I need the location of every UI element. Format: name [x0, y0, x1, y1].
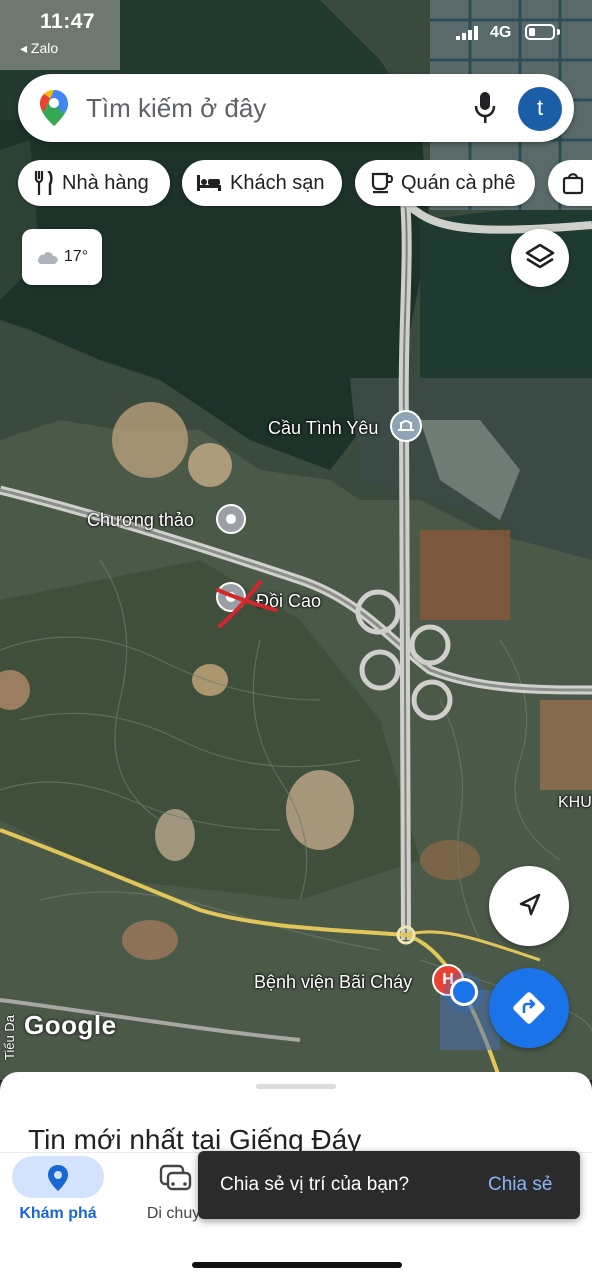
chip-label: Quán cà phê [401, 171, 516, 194]
my-location-button[interactable] [489, 866, 569, 946]
home-indicator [192, 1262, 402, 1268]
current-location-dot-icon [450, 978, 478, 1006]
red-cross-annotation-icon [216, 580, 278, 628]
hotel-icon [197, 175, 221, 191]
toast-share-button[interactable]: Chia sẻ [488, 1174, 552, 1196]
map-layers-button[interactable] [511, 229, 569, 287]
cellular-signal-icon [456, 26, 478, 40]
toast-message: Chia sẻ vị trí của bạn? [220, 1174, 410, 1195]
chip-label: Khách sạn [230, 171, 325, 194]
weather-badge[interactable]: 17° [22, 229, 102, 285]
search-input[interactable]: Tìm kiếm ở đây [86, 93, 266, 124]
bridge-poi-icon[interactable] [390, 410, 422, 442]
search-bar[interactable]: Tìm kiếm ở đây t [18, 74, 574, 142]
coffee-icon [371, 172, 393, 194]
bridge-label[interactable]: Cầu Tình Yêu [268, 418, 378, 439]
weather-temperature: 17° [63, 248, 89, 265]
microphone-icon[interactable] [474, 92, 496, 124]
status-bar: 11:47 ◂ Zalo 4G [0, 0, 592, 60]
navigation-arrow-icon [519, 893, 541, 916]
status-time: 11:47 [40, 10, 96, 33]
road-name-label: Tiểu Da [2, 1015, 17, 1061]
chip-label: Nhà hàng [62, 171, 149, 194]
google-logo: Google [24, 1010, 117, 1040]
commute-icon [159, 1164, 192, 1191]
back-to-app-link[interactable]: ◂ Zalo [20, 40, 58, 57]
chip-coffee[interactable]: Quán cà phê [355, 160, 535, 206]
network-type: 4G [490, 24, 512, 41]
restaurant-icon [34, 171, 53, 195]
account-avatar[interactable]: t [518, 87, 562, 131]
directions-button[interactable] [489, 968, 569, 1048]
khu-label: KHU [558, 794, 592, 811]
shopping-bag-icon [562, 173, 584, 195]
sheet-drag-handle[interactable] [256, 1084, 336, 1089]
layers-icon [525, 243, 555, 269]
google-maps-pin-icon [40, 90, 68, 126]
tab-label: Khám phá [19, 1205, 97, 1222]
category-chips: Nhà hàng Khách sạn Quán cà phê [0, 160, 592, 208]
directions-icon [513, 992, 545, 1024]
chip-restaurants[interactable]: Nhà hàng [18, 160, 170, 206]
hospital-label[interactable]: Bệnh viện Bãi Cháy [254, 972, 412, 993]
cloud-icon [37, 252, 58, 264]
battery-tip [557, 29, 560, 35]
share-location-toast: Chia sẻ vị trí của bạn? Chia sẻ [198, 1151, 580, 1219]
explore-pin-icon [48, 1165, 68, 1191]
chip-hotels[interactable]: Khách sạn [182, 160, 342, 206]
battery-icon [525, 24, 555, 40]
chuong-thao-pin-icon[interactable] [216, 504, 246, 534]
chuong-thao-label[interactable]: Chương thảo [87, 510, 194, 531]
chip-shopping[interactable] [548, 160, 592, 206]
